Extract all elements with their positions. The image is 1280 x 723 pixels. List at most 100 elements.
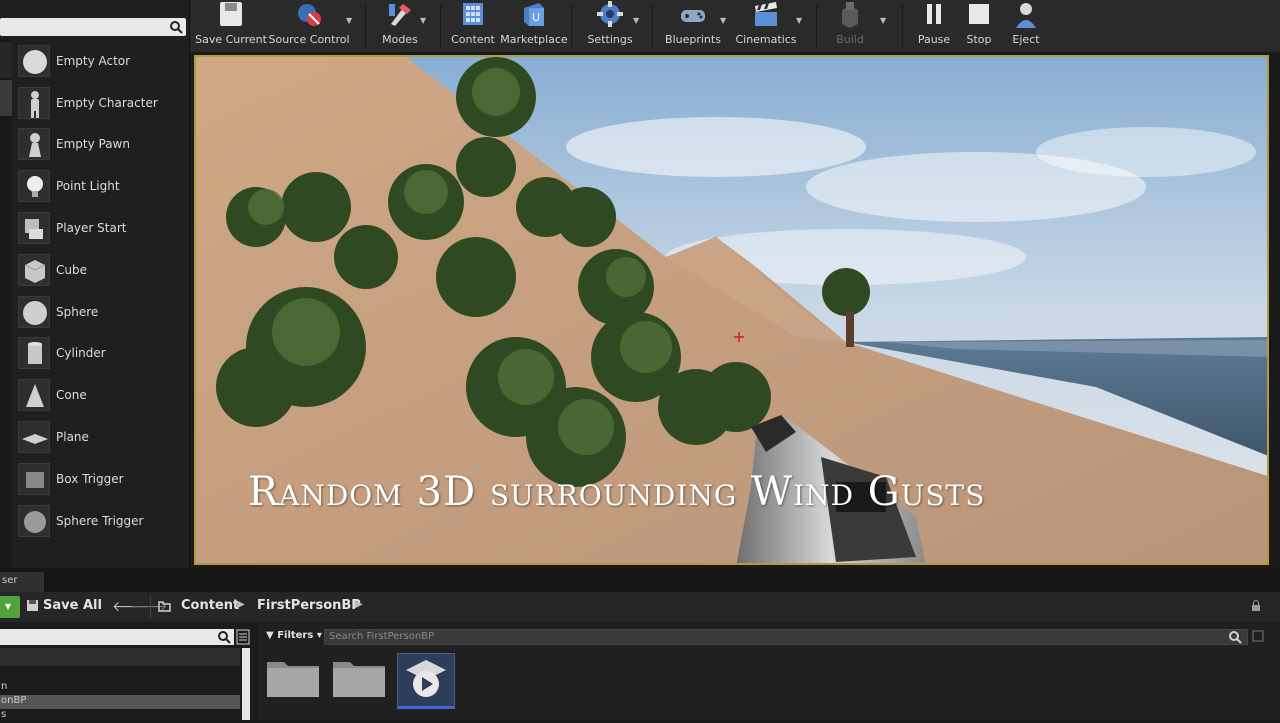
tree-row-selected[interactable]: onBP — [0, 695, 240, 709]
pause-button[interactable]: Pause — [916, 0, 952, 52]
button-label: Save Current — [195, 33, 267, 46]
button-label: Source Control — [268, 33, 350, 46]
toolbar-divider — [902, 4, 903, 48]
chevron-down-icon: ▾ — [316, 630, 322, 641]
asset-search-input[interactable]: Search FirstPersonBP — [324, 629, 1248, 645]
search-icon[interactable] — [169, 20, 183, 34]
place-item-point-light[interactable]: Point Light — [14, 165, 188, 207]
place-item-sphere-trigger[interactable]: Sphere Trigger — [14, 500, 188, 542]
main-toolbar: Save Current Source Control ▼ Modes ▼ Co… — [190, 0, 1280, 52]
breadcrumb-separator-icon[interactable]: ▶ — [355, 599, 363, 610]
place-item-label: Box Trigger — [56, 471, 124, 486]
chevron-down-icon[interactable]: ▼ — [420, 16, 426, 25]
lock-icon[interactable] — [1250, 600, 1262, 612]
eject-icon — [1016, 3, 1036, 28]
level-viewport[interactable]: Random 3D surrounding Wind Gusts — [194, 55, 1269, 565]
button-label: Build — [836, 33, 864, 46]
tree-header — [0, 648, 240, 666]
folder-search-input[interactable] — [0, 629, 234, 645]
category-tab-active[interactable] — [0, 80, 12, 116]
breadcrumb-separator-icon[interactable]: ▶ — [237, 599, 245, 610]
tree-row[interactable]: s — [0, 709, 240, 723]
build-button[interactable]: Build — [830, 0, 870, 52]
stop-button[interactable]: Stop — [962, 0, 996, 52]
build-icon — [842, 2, 858, 28]
place-item-label: Cube — [56, 262, 87, 277]
source-control-button[interactable]: Source Control — [268, 0, 350, 52]
place-item-plane[interactable]: Plane — [14, 416, 188, 458]
chevron-down-icon[interactable]: ▼ — [346, 16, 352, 25]
folder-open-icon[interactable] — [158, 600, 172, 612]
place-items-list: Empty Actor Empty Character Empty Pawn P… — [14, 40, 188, 542]
place-category-tabs — [0, 40, 12, 568]
place-item-empty-actor[interactable]: Empty Actor — [14, 40, 188, 82]
cinematics-button[interactable]: Cinematics — [735, 0, 797, 52]
save-icon — [27, 600, 38, 611]
asset-search-placeholder: Search FirstPersonBP — [329, 631, 435, 642]
save-icon — [220, 2, 242, 26]
place-item-cube[interactable]: Cube — [14, 249, 188, 291]
sphere-trigger-icon — [18, 504, 50, 537]
sphere-icon — [18, 44, 50, 77]
place-item-label: Empty Actor — [56, 53, 131, 68]
place-item-empty-character[interactable]: Empty Character — [14, 82, 188, 124]
light-bulb-icon — [18, 170, 50, 203]
chevron-down-icon[interactable]: ▼ — [720, 16, 726, 25]
button-label: Stop — [966, 33, 992, 46]
box-trigger-icon — [18, 462, 50, 495]
settings-button[interactable]: Settings — [586, 0, 634, 52]
search-icon[interactable] — [1228, 630, 1242, 644]
place-item-label: Empty Pawn — [56, 137, 130, 152]
content-button[interactable]: Content — [451, 0, 495, 52]
button-label: Cinematics — [735, 33, 797, 46]
place-item-cylinder[interactable]: Cylinder — [14, 333, 188, 375]
place-item-label: Sphere Trigger — [56, 513, 144, 528]
save-search-icon[interactable] — [1252, 630, 1264, 642]
breadcrumb-content[interactable]: Content — [181, 598, 239, 613]
marketplace-button[interactable]: U Marketplace — [500, 0, 568, 52]
toolbar-divider — [440, 4, 441, 48]
place-item-box-trigger[interactable]: Box Trigger — [14, 458, 188, 500]
place-item-player-start[interactable]: Player Start — [14, 207, 188, 249]
settings-icon — [597, 1, 623, 27]
toolbar-divider — [571, 4, 572, 48]
eject-button[interactable]: Eject — [1008, 0, 1044, 52]
folder-icon[interactable] — [332, 658, 386, 698]
breadcrumb-firstpersonbp[interactable]: FirstPersonBP — [257, 598, 361, 613]
level-asset-tile[interactable] — [397, 653, 455, 709]
place-item-cone[interactable]: Cone — [14, 374, 188, 416]
player-start-icon — [18, 212, 50, 245]
save-all-button[interactable]: Save All — [26, 598, 102, 613]
folder-icon[interactable] — [266, 658, 320, 698]
filters-button[interactable]: ▼ Filters ▾ — [266, 630, 322, 641]
tree-row[interactable]: n — [0, 681, 240, 695]
place-item-sphere[interactable]: Sphere — [14, 291, 188, 333]
place-item-empty-pawn[interactable]: Empty Pawn — [14, 124, 188, 166]
character-icon — [18, 86, 50, 119]
category-tab[interactable] — [0, 42, 12, 78]
save-current-button[interactable]: Save Current — [195, 0, 267, 52]
chevron-down-icon: ▾ — [5, 599, 12, 613]
place-item-label: Cylinder — [56, 346, 106, 361]
button-label: Blueprints — [665, 33, 721, 46]
cube-icon — [18, 253, 50, 286]
filters-label: Filters — [277, 630, 314, 641]
chevron-down-icon[interactable]: ▼ — [880, 16, 886, 25]
place-item-label: Empty Character — [56, 95, 158, 110]
cinematics-icon — [755, 2, 777, 26]
cylinder-icon — [18, 337, 50, 370]
chevron-down-icon[interactable]: ▼ — [633, 16, 639, 25]
list-view-icon[interactable] — [236, 629, 250, 645]
blueprints-button[interactable]: Blueprints — [664, 0, 722, 52]
filter-icon: ▼ — [266, 630, 274, 641]
pawn-icon — [18, 128, 50, 161]
place-search-input[interactable] — [0, 18, 186, 36]
button-label: Content — [451, 33, 495, 46]
search-icon[interactable] — [217, 630, 231, 644]
modes-button[interactable]: Modes — [378, 0, 422, 52]
chevron-down-icon[interactable]: ▼ — [796, 16, 802, 25]
tab-content-browser[interactable]: ser — [0, 572, 44, 592]
tree-scrollbar[interactable] — [242, 648, 250, 720]
add-new-button[interactable]: ▾ — [0, 596, 20, 618]
svg-text:U: U — [532, 11, 540, 24]
